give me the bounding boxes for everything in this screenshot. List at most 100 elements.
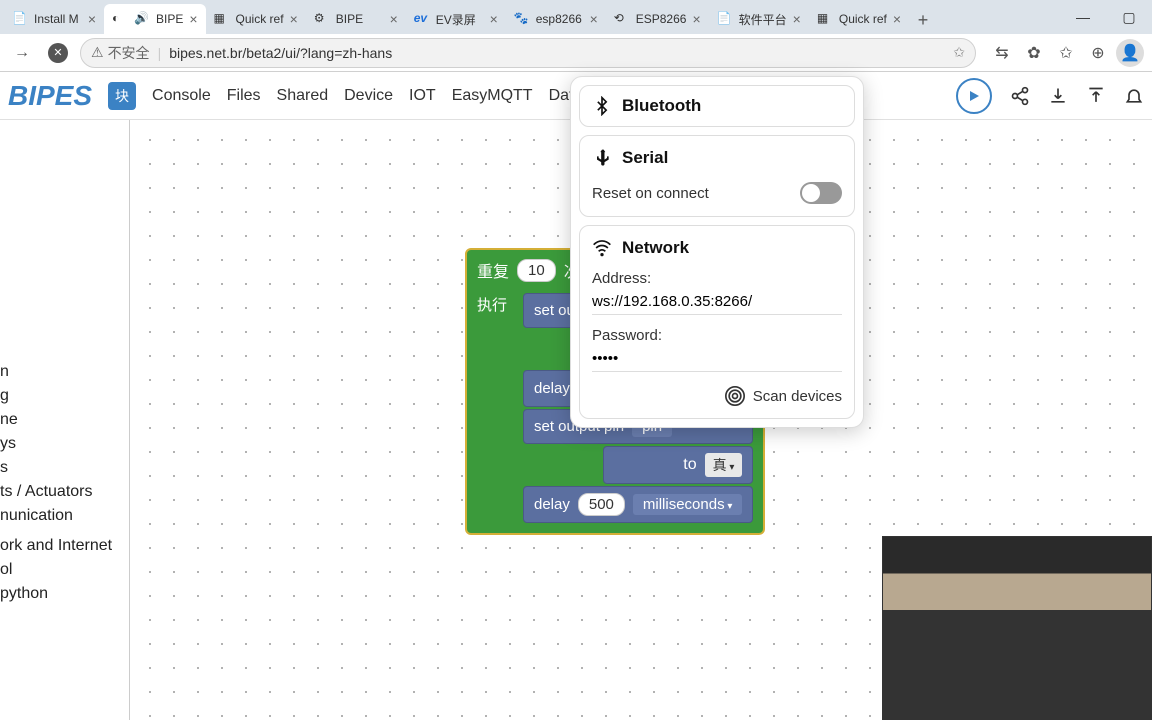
sidebar-item[interactable]: python bbox=[0, 582, 129, 606]
password-input[interactable] bbox=[592, 346, 842, 372]
bluetooth-section[interactable]: Bluetooth bbox=[579, 85, 855, 127]
repeat-count-field[interactable]: 10 bbox=[517, 259, 556, 282]
network-section: Network Address: Password: Scan devices bbox=[579, 225, 855, 419]
stop-button[interactable]: ✕ bbox=[48, 43, 68, 63]
loading-icon: ◐ bbox=[112, 11, 128, 27]
tab-0[interactable]: 📄 Install M × bbox=[4, 4, 104, 34]
blocks-badge[interactable]: 块 bbox=[108, 82, 136, 110]
sidebar-item[interactable]: ne bbox=[0, 408, 129, 432]
usb-icon bbox=[592, 148, 612, 168]
serial-header[interactable]: Serial bbox=[592, 148, 842, 168]
tab-title: esp8266 bbox=[536, 12, 584, 26]
favicon: ⟲ bbox=[614, 11, 630, 27]
tab-title: ESP8266 bbox=[636, 12, 687, 26]
sidebar-item[interactable]: ol bbox=[0, 558, 129, 582]
block-label: delay bbox=[534, 496, 570, 513]
sidebar-item[interactable]: nunication bbox=[0, 504, 129, 528]
upload-icon[interactable] bbox=[1086, 86, 1106, 106]
tab-8[interactable]: ▦ Quick ref × bbox=[809, 4, 909, 34]
sidebar-item[interactable]: ork and Internet bbox=[0, 534, 129, 558]
new-tab-button[interactable]: + bbox=[909, 6, 937, 34]
tab-title: BIPE bbox=[156, 12, 183, 26]
scan-icon bbox=[725, 386, 745, 406]
tab-1[interactable]: ◐ 🔊 BIPE × bbox=[104, 4, 206, 34]
unit-dropdown[interactable]: milliseconds bbox=[633, 494, 743, 515]
collections-icon[interactable]: ⊕ bbox=[1084, 39, 1112, 67]
tab-7[interactable]: 📄 软件平台 × bbox=[709, 4, 809, 34]
nav-console[interactable]: Console bbox=[152, 87, 211, 105]
reset-toggle[interactable] bbox=[800, 182, 842, 204]
close-icon[interactable]: × bbox=[390, 11, 398, 27]
scan-devices-button[interactable]: Scan devices bbox=[592, 386, 842, 406]
tab-title: Quick ref bbox=[236, 12, 284, 26]
close-icon[interactable]: × bbox=[893, 11, 901, 27]
sidebar-item[interactable]: ys bbox=[0, 432, 129, 456]
star-icon[interactable]: ✩ bbox=[953, 44, 965, 61]
close-icon[interactable]: × bbox=[490, 11, 498, 27]
sound-icon: 🔊 bbox=[134, 11, 150, 27]
profile-icon[interactable]: 👤 bbox=[1116, 39, 1144, 67]
close-icon[interactable]: × bbox=[793, 11, 801, 27]
delay-block[interactable]: delay 500 milliseconds bbox=[523, 486, 753, 523]
share-icon[interactable] bbox=[1010, 86, 1030, 106]
close-icon[interactable]: × bbox=[290, 11, 298, 27]
network-label: Network bbox=[622, 238, 689, 258]
url-field[interactable]: ⚠ 不安全 | bipes.net.br/beta2/ui/?lang=zh-h… bbox=[80, 38, 976, 68]
serial-section: Serial Reset on connect bbox=[579, 135, 855, 217]
nav-shared[interactable]: Shared bbox=[277, 87, 329, 105]
tab-3[interactable]: ⚙ BIPE × bbox=[306, 4, 406, 34]
url-text: bipes.net.br/beta2/ui/?lang=zh-hans bbox=[169, 45, 392, 61]
favicon: 🐾 bbox=[514, 11, 530, 27]
sidebar-item[interactable]: ts / Actuators bbox=[0, 480, 129, 504]
tab-2[interactable]: ▦ Quick ref × bbox=[206, 4, 306, 34]
scan-label: Scan devices bbox=[753, 388, 842, 405]
favicon: 📄 bbox=[12, 11, 28, 27]
favicon: ev bbox=[414, 11, 430, 27]
bell-icon[interactable] bbox=[1124, 86, 1144, 106]
sync-icon[interactable]: ⇆ bbox=[988, 39, 1016, 67]
close-icon[interactable]: × bbox=[88, 11, 96, 27]
favorites-icon[interactable]: ✩ bbox=[1052, 39, 1080, 67]
sidebar-item[interactable]: s bbox=[0, 456, 129, 480]
favicon: 📄 bbox=[717, 11, 733, 27]
close-icon[interactable]: × bbox=[189, 11, 197, 27]
bluetooth-icon bbox=[592, 96, 612, 116]
nav-files[interactable]: Files bbox=[227, 87, 261, 105]
tab-title: Quick ref bbox=[839, 12, 887, 26]
sidebar-item[interactable]: g bbox=[0, 384, 129, 408]
extensions-icon[interactable]: ✿ bbox=[1020, 39, 1048, 67]
close-icon[interactable]: × bbox=[692, 11, 700, 27]
delay-value[interactable]: 500 bbox=[578, 493, 625, 516]
close-icon[interactable]: × bbox=[590, 11, 598, 27]
favicon: ⚙ bbox=[314, 11, 330, 27]
tab-4[interactable]: ev EV录屏 × bbox=[406, 4, 506, 34]
connection-popup: Bluetooth Serial Reset on connect Networ… bbox=[570, 76, 864, 428]
address-input[interactable] bbox=[592, 289, 842, 315]
address-label: Address: bbox=[592, 270, 842, 287]
tab-title: 软件平台 bbox=[739, 11, 787, 28]
bool-dropdown[interactable]: 真 bbox=[705, 453, 743, 477]
nav-iot[interactable]: IOT bbox=[409, 87, 436, 105]
to-label: to bbox=[683, 456, 696, 474]
nav-easymqtt[interactable]: EasyMQTT bbox=[452, 87, 533, 105]
tab-5[interactable]: 🐾 esp8266 × bbox=[506, 4, 606, 34]
bluetooth-label: Bluetooth bbox=[622, 96, 701, 116]
tab-6[interactable]: ⟲ ESP8266 × bbox=[606, 4, 709, 34]
download-icon[interactable] bbox=[1048, 86, 1068, 106]
tab-title: EV录屏 bbox=[436, 11, 484, 28]
favicon: ▦ bbox=[214, 11, 230, 27]
minimize-button[interactable]: — bbox=[1060, 0, 1106, 34]
tab-title: BIPE bbox=[336, 12, 384, 26]
favicon: ▦ bbox=[817, 11, 833, 27]
sidebar-item[interactable]: n bbox=[0, 360, 129, 384]
tab-title: Install M bbox=[34, 12, 82, 26]
app-logo: BIPES bbox=[8, 80, 92, 112]
nav-device[interactable]: Device bbox=[344, 87, 393, 105]
repeat-label: 重复 bbox=[477, 258, 509, 282]
maximize-button[interactable]: ▢ bbox=[1106, 0, 1152, 34]
browser-tab-strip: 📄 Install M × ◐ 🔊 BIPE × ▦ Quick ref × ⚙… bbox=[0, 0, 1152, 34]
forward-button[interactable]: → bbox=[8, 39, 36, 67]
run-button[interactable] bbox=[956, 78, 992, 114]
to-value-row[interactable]: to 真 bbox=[603, 446, 753, 484]
block-label: delay bbox=[534, 380, 570, 397]
